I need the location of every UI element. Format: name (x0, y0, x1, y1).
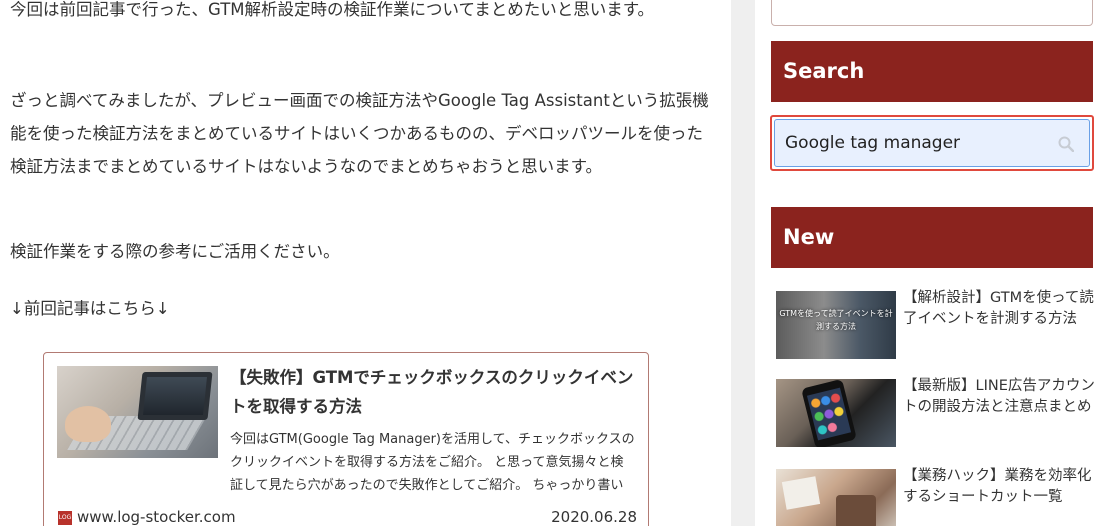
new-post-item[interactable]: GTMを使って読了イベントを計測する方法 【解析設計】GTMを使って読了イベント… (776, 288, 1098, 361)
search-heading: Search (771, 41, 1093, 102)
paragraph-intro: 今回は前回記事で行った、GTM解析設定時の検証作業についてまとめたいと思います。 (10, 0, 655, 19)
paragraph-research: ざっと調べてみましたが、プレビュー画面での検証方法やGoogle Tag Ass… (10, 91, 709, 176)
new-posts-heading: New (771, 207, 1093, 268)
search-box-highlight (770, 115, 1094, 171)
card-date: 2020.06.28 (551, 508, 637, 526)
paragraph-usage: 検証作業をする際の参考にご活用ください。 (10, 242, 340, 261)
post-thumbnail[interactable]: GTMを使って読了イベントを計測する方法 (776, 291, 896, 359)
post-title[interactable]: 【解析設計】GTMを使って読了イベントを計測する方法 (903, 288, 1098, 330)
related-article-card[interactable]: 【失敗作】GTMでチェックボックスのクリックイベントを取得する方法 今回はGTM… (43, 352, 649, 526)
search-icon[interactable] (1058, 136, 1074, 152)
post-thumbnail[interactable] (776, 379, 896, 447)
card-site-domain: www.log-stocker.com (77, 508, 236, 526)
new-post-item[interactable]: 【最新版】LINE広告アカウントの開設方法と注意点まとめ (776, 376, 1098, 449)
card-title[interactable]: 【失敗作】GTMでチェックボックスのクリックイベントを取得する方法 (230, 363, 640, 421)
post-title[interactable]: 【業務ハック】業務を効率化するショートカット一覧 (903, 466, 1098, 508)
search-input[interactable] (774, 119, 1090, 167)
site-favicon-icon: LOG (58, 511, 72, 525)
post-thumbnail[interactable] (776, 469, 896, 526)
sidebar: Search New GTMを使って読了イベントを計測する方法 【解析設計】GT… (755, 0, 1099, 526)
paragraph-previous-link: ↓前回記事はこちら↓ (10, 299, 170, 318)
card-thumbnail (57, 366, 218, 458)
sidebar-top-widget (771, 0, 1093, 26)
post-thumbnail-text: GTMを使って読了イベントを計測する方法 (779, 309, 893, 331)
card-description: 今回はGTM(Google Tag Manager)を活用して、チェックボックス… (230, 432, 635, 493)
post-title[interactable]: 【最新版】LINE広告アカウントの開設方法と注意点まとめ (903, 376, 1098, 418)
article-body: 今回は前回記事で行った、GTM解析設定時の検証作業についてまとめたいと思います。… (0, 0, 731, 526)
new-post-item[interactable]: 【業務ハック】業務を効率化するショートカット一覧 (776, 466, 1098, 526)
content-gutter (731, 0, 755, 526)
card-footer: LOG www.log-stocker.com 2020.06.28 (57, 507, 637, 526)
